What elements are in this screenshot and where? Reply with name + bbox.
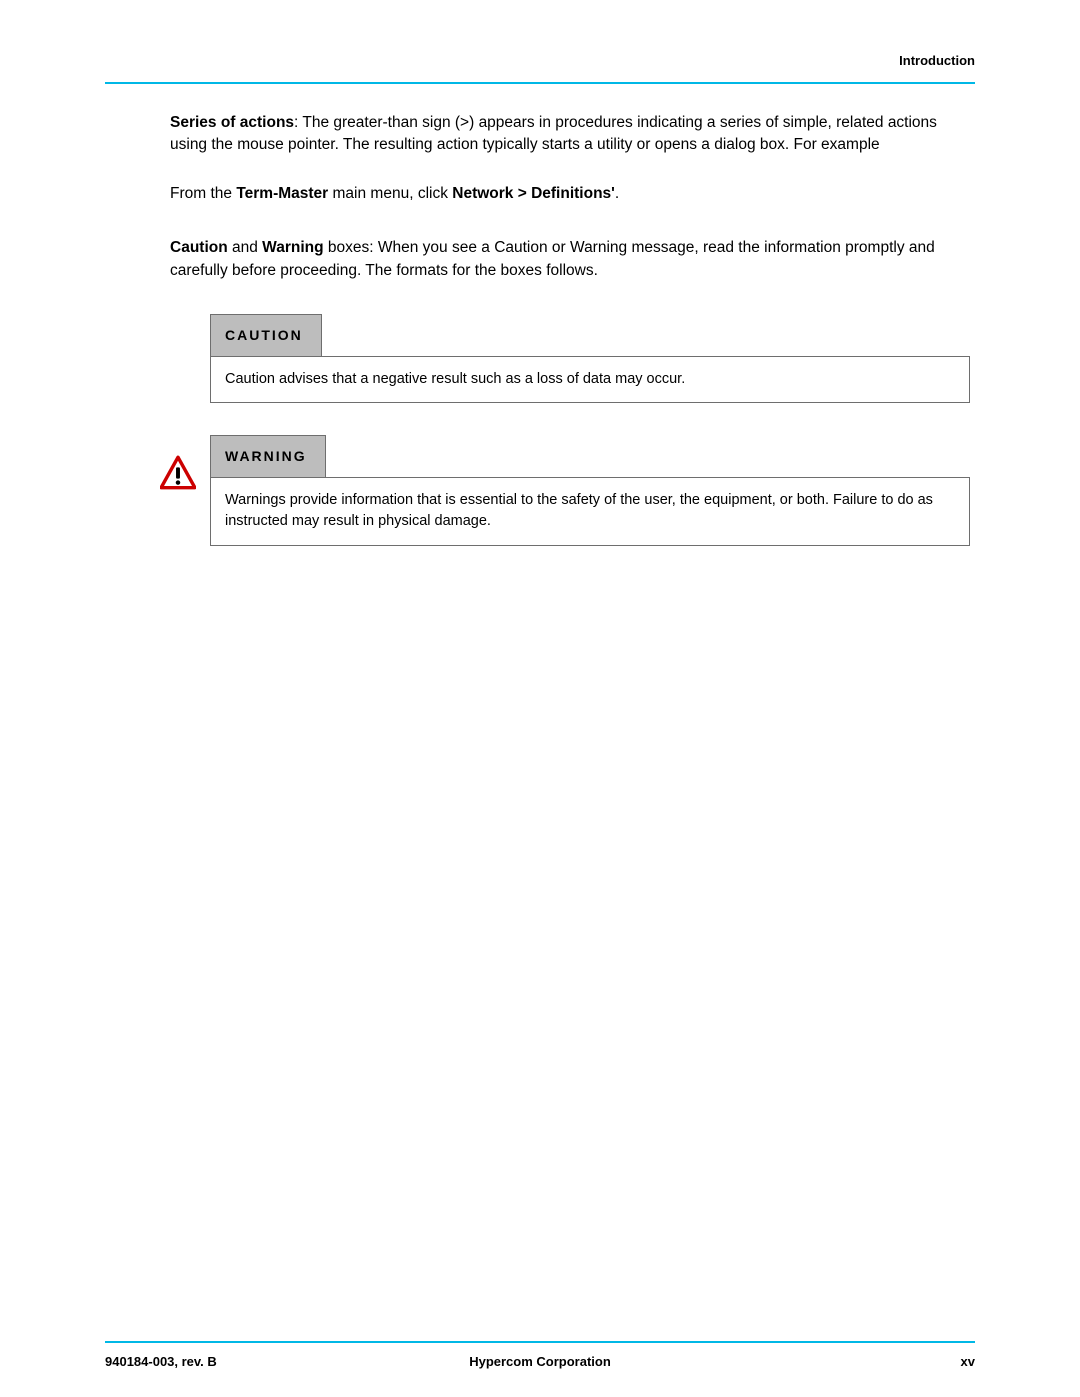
example-suffix: . (615, 185, 619, 202)
warning-box-row: WARNING Warnings provide information tha… (160, 435, 970, 578)
section-title: Introduction (899, 53, 975, 68)
page-footer: 940184-003, rev. B Hypercom Corporation … (105, 1354, 975, 1369)
warning-box-body: Warnings provide information that is ess… (210, 477, 970, 547)
content: Series of actions: The greater-than sign… (105, 112, 975, 578)
series-of-actions-paragraph: Series of actions: The greater-than sign… (170, 112, 970, 157)
example-paragraph: From the Term-Master main menu, click Ne… (170, 183, 970, 205)
header-rule (105, 82, 975, 84)
warning-box: WARNING Warnings provide information tha… (210, 435, 970, 546)
footer-rule (105, 1341, 975, 1343)
example-menu-path: Network > Definitions' (452, 185, 615, 202)
warning-box-title: WARNING (210, 435, 326, 477)
example-prefix: From the (170, 185, 236, 202)
warning-triangle-icon (160, 455, 196, 491)
warning-bold: Warning (262, 239, 323, 256)
page: Introduction Series of actions: The grea… (0, 0, 1080, 1397)
caution-bold: Caution (170, 239, 228, 256)
caution-warning-paragraph: Caution and Warning boxes: When you see … (170, 237, 970, 282)
example-termmaster: Term-Master (236, 185, 328, 202)
caution-box-title: CAUTION (210, 314, 322, 356)
footer-company: Hypercom Corporation (105, 1354, 975, 1369)
caution-box-body: Caution advises that a negative result s… (210, 356, 970, 404)
example-mid: main menu, click (328, 185, 452, 202)
footer-page-number: xv (961, 1354, 975, 1369)
caution-and: and (228, 239, 262, 256)
series-label: Series of actions (170, 114, 294, 131)
page-header: Introduction (105, 52, 975, 82)
caution-box: CAUTION Caution advises that a negative … (210, 314, 970, 403)
footer-doc-id: 940184-003, rev. B (105, 1354, 217, 1369)
